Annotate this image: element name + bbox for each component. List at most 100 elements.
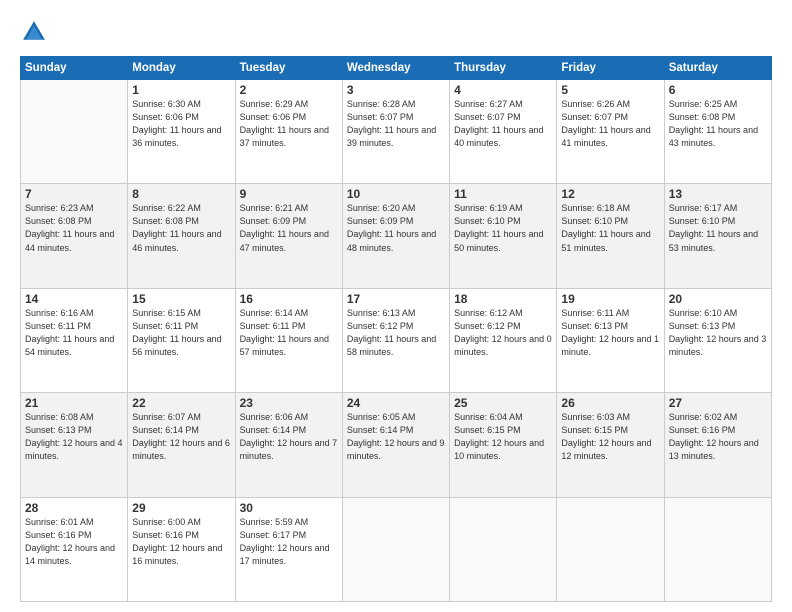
day-info: Sunrise: 6:04 AMSunset: 6:15 PMDaylight:… — [454, 411, 552, 463]
calendar-cell: 20Sunrise: 6:10 AMSunset: 6:13 PMDayligh… — [664, 288, 771, 392]
day-info: Sunrise: 6:28 AMSunset: 6:07 PMDaylight:… — [347, 98, 445, 150]
calendar-cell: 15Sunrise: 6:15 AMSunset: 6:11 PMDayligh… — [128, 288, 235, 392]
calendar-cell: 17Sunrise: 6:13 AMSunset: 6:12 PMDayligh… — [342, 288, 449, 392]
day-info: Sunrise: 6:08 AMSunset: 6:13 PMDaylight:… — [25, 411, 123, 463]
day-number: 26 — [561, 396, 659, 410]
day-info: Sunrise: 6:22 AMSunset: 6:08 PMDaylight:… — [132, 202, 230, 254]
calendar-cell: 1Sunrise: 6:30 AMSunset: 6:06 PMDaylight… — [128, 80, 235, 184]
calendar-cell: 19Sunrise: 6:11 AMSunset: 6:13 PMDayligh… — [557, 288, 664, 392]
day-info: Sunrise: 6:26 AMSunset: 6:07 PMDaylight:… — [561, 98, 659, 150]
day-number: 21 — [25, 396, 123, 410]
calendar-cell: 18Sunrise: 6:12 AMSunset: 6:12 PMDayligh… — [450, 288, 557, 392]
calendar-cell — [664, 497, 771, 601]
week-row-1: 1Sunrise: 6:30 AMSunset: 6:06 PMDaylight… — [21, 80, 772, 184]
day-number: 20 — [669, 292, 767, 306]
weekday-header-thursday: Thursday — [450, 57, 557, 80]
day-number: 1 — [132, 83, 230, 97]
day-info: Sunrise: 5:59 AMSunset: 6:17 PMDaylight:… — [240, 516, 338, 568]
day-number: 2 — [240, 83, 338, 97]
day-info: Sunrise: 6:29 AMSunset: 6:06 PMDaylight:… — [240, 98, 338, 150]
day-info: Sunrise: 6:12 AMSunset: 6:12 PMDaylight:… — [454, 307, 552, 359]
day-number: 23 — [240, 396, 338, 410]
day-info: Sunrise: 6:11 AMSunset: 6:13 PMDaylight:… — [561, 307, 659, 359]
day-info: Sunrise: 6:07 AMSunset: 6:14 PMDaylight:… — [132, 411, 230, 463]
day-info: Sunrise: 6:21 AMSunset: 6:09 PMDaylight:… — [240, 202, 338, 254]
logo — [20, 18, 52, 46]
calendar-cell — [450, 497, 557, 601]
calendar-cell: 10Sunrise: 6:20 AMSunset: 6:09 PMDayligh… — [342, 184, 449, 288]
calendar-cell — [557, 497, 664, 601]
day-info: Sunrise: 6:20 AMSunset: 6:09 PMDaylight:… — [347, 202, 445, 254]
day-number: 18 — [454, 292, 552, 306]
day-number: 19 — [561, 292, 659, 306]
calendar-cell: 4Sunrise: 6:27 AMSunset: 6:07 PMDaylight… — [450, 80, 557, 184]
day-number: 29 — [132, 501, 230, 515]
calendar-cell: 8Sunrise: 6:22 AMSunset: 6:08 PMDaylight… — [128, 184, 235, 288]
calendar-cell: 29Sunrise: 6:00 AMSunset: 6:16 PMDayligh… — [128, 497, 235, 601]
weekday-header-tuesday: Tuesday — [235, 57, 342, 80]
day-info: Sunrise: 6:16 AMSunset: 6:11 PMDaylight:… — [25, 307, 123, 359]
day-number: 9 — [240, 187, 338, 201]
calendar-cell: 21Sunrise: 6:08 AMSunset: 6:13 PMDayligh… — [21, 393, 128, 497]
calendar-cell: 25Sunrise: 6:04 AMSunset: 6:15 PMDayligh… — [450, 393, 557, 497]
day-info: Sunrise: 6:13 AMSunset: 6:12 PMDaylight:… — [347, 307, 445, 359]
day-info: Sunrise: 6:10 AMSunset: 6:13 PMDaylight:… — [669, 307, 767, 359]
calendar-cell: 3Sunrise: 6:28 AMSunset: 6:07 PMDaylight… — [342, 80, 449, 184]
day-info: Sunrise: 6:14 AMSunset: 6:11 PMDaylight:… — [240, 307, 338, 359]
calendar-cell: 28Sunrise: 6:01 AMSunset: 6:16 PMDayligh… — [21, 497, 128, 601]
calendar-cell: 14Sunrise: 6:16 AMSunset: 6:11 PMDayligh… — [21, 288, 128, 392]
calendar-cell: 26Sunrise: 6:03 AMSunset: 6:15 PMDayligh… — [557, 393, 664, 497]
week-row-3: 14Sunrise: 6:16 AMSunset: 6:11 PMDayligh… — [21, 288, 772, 392]
day-number: 10 — [347, 187, 445, 201]
calendar-cell: 16Sunrise: 6:14 AMSunset: 6:11 PMDayligh… — [235, 288, 342, 392]
week-row-4: 21Sunrise: 6:08 AMSunset: 6:13 PMDayligh… — [21, 393, 772, 497]
day-number: 6 — [669, 83, 767, 97]
day-number: 27 — [669, 396, 767, 410]
day-info: Sunrise: 6:06 AMSunset: 6:14 PMDaylight:… — [240, 411, 338, 463]
day-number: 4 — [454, 83, 552, 97]
day-info: Sunrise: 6:18 AMSunset: 6:10 PMDaylight:… — [561, 202, 659, 254]
day-number: 16 — [240, 292, 338, 306]
calendar-cell: 6Sunrise: 6:25 AMSunset: 6:08 PMDaylight… — [664, 80, 771, 184]
calendar-cell: 23Sunrise: 6:06 AMSunset: 6:14 PMDayligh… — [235, 393, 342, 497]
day-number: 22 — [132, 396, 230, 410]
header — [20, 18, 772, 46]
weekday-header-friday: Friday — [557, 57, 664, 80]
calendar-cell: 12Sunrise: 6:18 AMSunset: 6:10 PMDayligh… — [557, 184, 664, 288]
week-row-5: 28Sunrise: 6:01 AMSunset: 6:16 PMDayligh… — [21, 497, 772, 601]
day-number: 15 — [132, 292, 230, 306]
day-number: 11 — [454, 187, 552, 201]
weekday-header-row: SundayMondayTuesdayWednesdayThursdayFrid… — [21, 57, 772, 80]
calendar-table: SundayMondayTuesdayWednesdayThursdayFrid… — [20, 56, 772, 602]
calendar-cell: 27Sunrise: 6:02 AMSunset: 6:16 PMDayligh… — [664, 393, 771, 497]
weekday-header-sunday: Sunday — [21, 57, 128, 80]
calendar-cell — [21, 80, 128, 184]
calendar-cell: 24Sunrise: 6:05 AMSunset: 6:14 PMDayligh… — [342, 393, 449, 497]
day-info: Sunrise: 6:15 AMSunset: 6:11 PMDaylight:… — [132, 307, 230, 359]
weekday-header-monday: Monday — [128, 57, 235, 80]
day-info: Sunrise: 6:00 AMSunset: 6:16 PMDaylight:… — [132, 516, 230, 568]
calendar-cell: 7Sunrise: 6:23 AMSunset: 6:08 PMDaylight… — [21, 184, 128, 288]
day-info: Sunrise: 6:27 AMSunset: 6:07 PMDaylight:… — [454, 98, 552, 150]
day-number: 14 — [25, 292, 123, 306]
day-info: Sunrise: 6:30 AMSunset: 6:06 PMDaylight:… — [132, 98, 230, 150]
day-info: Sunrise: 6:25 AMSunset: 6:08 PMDaylight:… — [669, 98, 767, 150]
day-number: 24 — [347, 396, 445, 410]
day-number: 3 — [347, 83, 445, 97]
day-info: Sunrise: 6:23 AMSunset: 6:08 PMDaylight:… — [25, 202, 123, 254]
calendar-cell: 9Sunrise: 6:21 AMSunset: 6:09 PMDaylight… — [235, 184, 342, 288]
day-info: Sunrise: 6:03 AMSunset: 6:15 PMDaylight:… — [561, 411, 659, 463]
calendar-cell — [342, 497, 449, 601]
day-number: 8 — [132, 187, 230, 201]
day-number: 17 — [347, 292, 445, 306]
calendar-cell: 30Sunrise: 5:59 AMSunset: 6:17 PMDayligh… — [235, 497, 342, 601]
weekday-header-saturday: Saturday — [664, 57, 771, 80]
week-row-2: 7Sunrise: 6:23 AMSunset: 6:08 PMDaylight… — [21, 184, 772, 288]
day-number: 5 — [561, 83, 659, 97]
day-info: Sunrise: 6:02 AMSunset: 6:16 PMDaylight:… — [669, 411, 767, 463]
logo-icon — [20, 18, 48, 46]
day-number: 12 — [561, 187, 659, 201]
day-info: Sunrise: 6:05 AMSunset: 6:14 PMDaylight:… — [347, 411, 445, 463]
day-number: 28 — [25, 501, 123, 515]
day-info: Sunrise: 6:19 AMSunset: 6:10 PMDaylight:… — [454, 202, 552, 254]
